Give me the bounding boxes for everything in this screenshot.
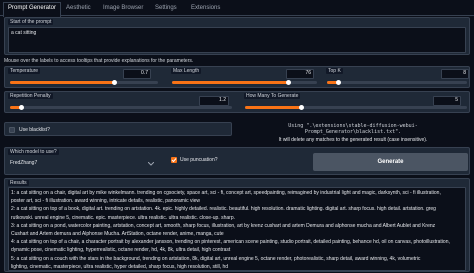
tab-prompt-generator[interactable]: Prompt Generator bbox=[3, 2, 62, 17]
top-k-input[interactable]: 8 bbox=[441, 69, 469, 79]
temperature-handle[interactable] bbox=[111, 80, 117, 85]
top-k-label: Top K bbox=[326, 68, 343, 74]
temperature-input[interactable]: 0.7 bbox=[123, 69, 151, 79]
check-icon bbox=[171, 158, 177, 163]
result-line: dynamic pose, cinematic lighting, hyperr… bbox=[11, 247, 231, 254]
temperature-track[interactable] bbox=[10, 80, 158, 85]
result-line: 1: a cat sitting on a chair, digital art… bbox=[11, 190, 441, 196]
model-dropdown[interactable]: FredZhang7 bbox=[8, 156, 158, 172]
tab-image-browser[interactable]: Image Browser bbox=[103, 3, 143, 16]
model-value: FredZhang7 bbox=[10, 160, 38, 166]
results-output[interactable]: 1: a cat sitting on a chair, digital art… bbox=[8, 187, 466, 271]
punctuation-checkbox[interactable] bbox=[171, 157, 177, 163]
prompt-input[interactable]: a cat sitting bbox=[8, 27, 466, 53]
how-many-label: How Many To Generate bbox=[244, 93, 301, 99]
max-length-handle[interactable] bbox=[286, 80, 291, 85]
how-many-input[interactable]: 5 bbox=[433, 96, 461, 106]
top-k-track[interactable] bbox=[327, 80, 467, 85]
tooltip-hint: Mouse over the labels to access tooltips… bbox=[4, 58, 194, 64]
result-line: 5: a cat sitting on a couch with the sta… bbox=[11, 255, 421, 262]
repetition-penalty-input[interactable]: 1.2 bbox=[199, 96, 229, 106]
how-many-slider: How Many To Generate 5 bbox=[241, 92, 471, 114]
result-line: 3: a cat sitting on a pond, watercolor p… bbox=[11, 222, 436, 229]
max-length-track[interactable] bbox=[172, 80, 317, 85]
prompt-label: Start of the prompt bbox=[8, 19, 54, 25]
top-k-handle[interactable] bbox=[336, 80, 342, 85]
how-many-handle[interactable] bbox=[298, 105, 304, 110]
result-line: Cushart and Artem demura and Alphonse Mu… bbox=[11, 231, 224, 238]
result-line: poster art, sci - fi illustration. award… bbox=[11, 198, 200, 205]
tab-aesthetic[interactable]: Aesthetic bbox=[66, 3, 91, 16]
repetition-penalty-track[interactable] bbox=[10, 105, 232, 110]
how-many-track[interactable] bbox=[245, 105, 467, 110]
model-label: Which model to use? bbox=[8, 149, 59, 155]
max-length-label: Max Length bbox=[171, 68, 202, 74]
options-row: Which model to use? FredZhang7 Use puncu… bbox=[4, 147, 470, 175]
repetition-penalty-handle[interactable] bbox=[19, 105, 25, 110]
results-label: Results bbox=[8, 180, 29, 186]
punctuation-panel: Use puncuation? bbox=[166, 151, 310, 173]
blacklist-checkbox[interactable] bbox=[9, 127, 15, 133]
tab-extensions[interactable]: Extensions bbox=[191, 3, 220, 16]
tab-settings[interactable]: Settings bbox=[155, 3, 177, 16]
temperature-label: Temperature bbox=[8, 68, 41, 74]
prompt-value: a cat sitting bbox=[11, 30, 37, 36]
results-panel: Results 1: a cat sitting on a chair, dig… bbox=[4, 178, 470, 272]
repetition-penalty-slider: Repetition Penalty 1.2 bbox=[5, 92, 238, 114]
result-line: lighting, cinematic, masterpiece, ultra … bbox=[11, 263, 229, 270]
blacklist-label: Use blacklist? bbox=[19, 127, 50, 133]
temperature-fill bbox=[10, 81, 114, 84]
generate-button[interactable]: Generate bbox=[313, 153, 468, 171]
repetition-penalty-label: Repetition Penalty bbox=[8, 93, 53, 99]
chevron-down-icon bbox=[148, 162, 154, 166]
blacklist-info-line-2: Prompt_Generator\blacklist.txt". bbox=[304, 129, 402, 135]
result-line: rutkowski. unreal engine 5, cinematic. e… bbox=[11, 214, 235, 221]
blacklist-info-line-3: It will delete any matches to the genera… bbox=[278, 137, 428, 143]
tab-bar: Prompt Generator Aesthetic Image Browser… bbox=[0, 0, 474, 17]
how-many-fill bbox=[245, 106, 301, 109]
max-length-input[interactable]: 76 bbox=[286, 69, 314, 79]
blacklist-info: Using ".\extensions\stable-diffusion-web… bbox=[236, 123, 470, 135]
model-select-panel: Which model to use? FredZhang7 bbox=[5, 148, 161, 176]
slider-row-2: Repetition Penalty 1.2 How Many To Gener… bbox=[4, 91, 470, 113]
max-length-fill bbox=[172, 81, 288, 84]
result-line: 2: a cat sitting on top of a book, digit… bbox=[11, 206, 436, 213]
prompt-panel: Start of the prompt a cat sitting bbox=[4, 17, 470, 55]
punctuation-label: Use puncuation? bbox=[180, 157, 218, 163]
result-line: 4: a cat sitting on top of a chair, a ch… bbox=[11, 239, 450, 246]
slider-row-1: Temperature 0.7 Max Length 76 Top K 8 bbox=[4, 66, 470, 88]
max-length-slider: Max Length 76 bbox=[168, 67, 321, 89]
top-k-slider: Top K 8 bbox=[323, 67, 471, 89]
temperature-slider: Temperature 0.7 bbox=[5, 67, 163, 89]
blacklist-panel: Use blacklist? bbox=[4, 122, 232, 136]
